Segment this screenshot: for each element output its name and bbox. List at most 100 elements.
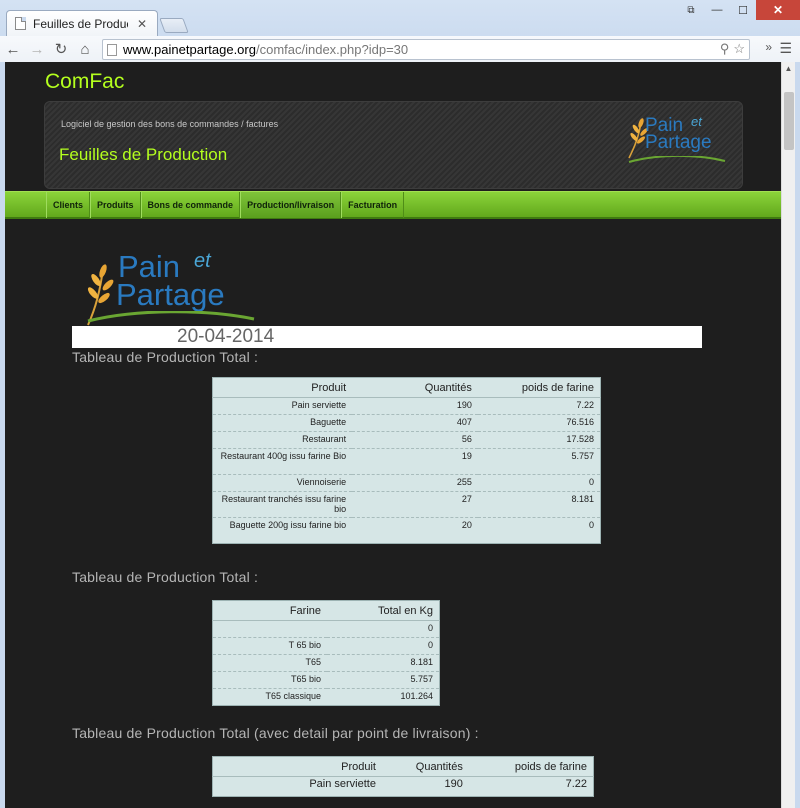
column-header-quantites: Quantités (381, 756, 469, 777)
table-row: Pain serviette 190 7.22 (212, 776, 594, 797)
section-title-farine-total: Tableau de Production Total : (72, 569, 259, 585)
page-info-icon (107, 43, 117, 56)
scroll-thumb[interactable] (784, 92, 794, 150)
farine-table: Farine Total en Kg 0 T 65 bio 0 T65 8.18… (212, 600, 440, 706)
cell-poids: 8.181 (477, 491, 601, 518)
close-window-button[interactable]: ✕ (756, 0, 800, 20)
address-bar[interactable]: www.painetpartage.org/comfac/index.php?i… (102, 39, 750, 60)
search-icon[interactable]: ⚲ (720, 41, 730, 57)
column-header-poids-de-farine: poids de farine (468, 756, 594, 777)
header-banner: Logiciel de gestion des bons de commande… (44, 101, 743, 189)
table-header-row: Farine Total en Kg (212, 600, 440, 621)
cell-total: 101.264 (327, 688, 440, 706)
cell-produit: Viennoiserie (212, 474, 353, 492)
table-row: T 65 bio 0 (212, 637, 440, 655)
browser-chrome: Feuilles de Production ✕ ⧉ — ☐ ✕ ← → ↻ ⌂… (0, 0, 800, 62)
maximize-button[interactable]: ☐ (730, 0, 756, 20)
cell-poids: 0 (477, 474, 601, 492)
cell-quantite: 56 (352, 431, 478, 449)
page-heading: Feuilles de Production (59, 145, 228, 164)
cell-farine: T65 bio (212, 671, 327, 689)
table-row: Restaurant 56 17.528 (212, 431, 601, 449)
cell-quantite: 19 (352, 448, 478, 475)
menu-icon[interactable]: ☰ (779, 40, 792, 57)
table-row: Restaurant tranchés issu farine bio 27 8… (212, 491, 601, 518)
cell-poids: 76.516 (477, 414, 601, 432)
logo-word-et: et (194, 250, 211, 272)
cell-quantite: 255 (352, 474, 478, 492)
browser-toolbar: ← → ↻ ⌂ www.painetpartage.org/comfac/ind… (0, 36, 800, 62)
logo-word-partage: Partage (116, 277, 225, 312)
tab-title: Feuilles de Production (33, 16, 128, 31)
minimize-button[interactable]: — (704, 0, 730, 20)
cell-quantite: 27 (352, 491, 478, 518)
cell-poids: 17.528 (477, 431, 601, 449)
column-header-quantites: Quantités (352, 377, 478, 398)
production-date: 20-04-2014 (177, 326, 275, 347)
window-frame (795, 62, 800, 808)
table-row: Baguette 200g issu farine bio 20 0 (212, 517, 601, 544)
extensions-chevron-icon[interactable]: » (765, 40, 772, 54)
scroll-up-icon[interactable]: ▲ (782, 62, 795, 76)
table-row: Pain serviette 190 7.22 (212, 397, 601, 415)
cell-produit: Restaurant 400g issu farine Bio (212, 448, 353, 475)
new-tab-button[interactable] (159, 18, 189, 33)
table-header-row: Produit Quantités poids de farine (212, 756, 594, 777)
cell-total: 0 (327, 637, 440, 655)
cell-poids: 7.22 (477, 397, 601, 415)
column-header-poids-de-farine: poids de farine (477, 377, 601, 398)
reload-icon[interactable]: ↻ (50, 38, 72, 60)
site-subtitle: Logiciel de gestion des bons de commande… (61, 119, 279, 129)
cell-quantite: 190 (352, 397, 478, 415)
url-path: /comfac/index.php?idp=30 (255, 42, 409, 57)
cell-poids: 0 (477, 517, 601, 544)
table-row: Restaurant 400g issu farine Bio 19 5.757 (212, 448, 601, 475)
close-tab-icon[interactable]: ✕ (135, 17, 149, 31)
back-icon[interactable]: ← (2, 38, 24, 60)
column-header-produit: Produit (212, 377, 353, 398)
main-nav: Clients Produits Bons de commande Produc… (5, 191, 781, 219)
table-row: Baguette 407 76.516 (212, 414, 601, 432)
window-switch-icon[interactable]: ⧉ (678, 0, 704, 20)
forward-icon[interactable]: → (26, 38, 48, 60)
home-icon[interactable]: ⌂ (74, 38, 96, 60)
logo-swoosh (87, 311, 255, 323)
cell-poids: 5.757 (477, 448, 601, 475)
logo-swoosh (628, 156, 726, 163)
vertical-scrollbar[interactable]: ▲ (781, 62, 795, 808)
cell-produit: Baguette 200g issu farine bio (212, 517, 353, 544)
nav-item-clients[interactable]: Clients (46, 192, 91, 218)
cell-farine: T 65 bio (212, 637, 327, 655)
cell-quantite: 20 (352, 517, 478, 544)
header-logo: Pain et Partage (623, 110, 735, 166)
cell-quantite: 190 (381, 776, 469, 797)
cell-produit: Pain serviette (212, 397, 353, 415)
content-logo: Pain et Partage (78, 247, 258, 327)
page-icon (15, 17, 26, 30)
cell-total: 0 (327, 620, 440, 638)
page-viewport: ComFac Logiciel de gestion des bons de c… (5, 62, 781, 808)
table-row: T65 bio 5.757 (212, 671, 440, 689)
cell-produit: Pain serviette (212, 776, 382, 797)
section-title-detail-livraison: Tableau de Production Total (avec detail… (72, 725, 479, 741)
browser-tab[interactable]: Feuilles de Production ✕ (6, 10, 158, 36)
cell-total: 8.181 (327, 654, 440, 672)
column-header-produit: Produit (212, 756, 382, 777)
cell-farine: T65 (212, 654, 327, 672)
cell-farine (212, 620, 327, 638)
cell-quantite: 407 (352, 414, 478, 432)
cell-total: 5.757 (327, 671, 440, 689)
section-title-production-total: Tableau de Production Total : (72, 349, 259, 365)
site-title[interactable]: ComFac (45, 70, 124, 94)
nav-item-facturation[interactable]: Facturation (341, 192, 405, 218)
production-table: Produit Quantités poids de farine Pain s… (212, 377, 601, 544)
star-icon[interactable]: ☆ (733, 41, 745, 57)
cell-produit: Restaurant (212, 431, 353, 449)
cell-produit: Restaurant tranchés issu farine bio (212, 491, 353, 518)
nav-item-production-livraison[interactable]: Production/livraison (240, 192, 342, 218)
table-header-row: Produit Quantités poids de farine (212, 377, 601, 398)
nav-item-bons-de-commande[interactable]: Bons de commande (140, 192, 241, 218)
url-host: www.painetpartage.org (123, 42, 256, 57)
cell-farine: T65 classique (212, 688, 327, 706)
nav-item-produits[interactable]: Produits (90, 192, 141, 218)
